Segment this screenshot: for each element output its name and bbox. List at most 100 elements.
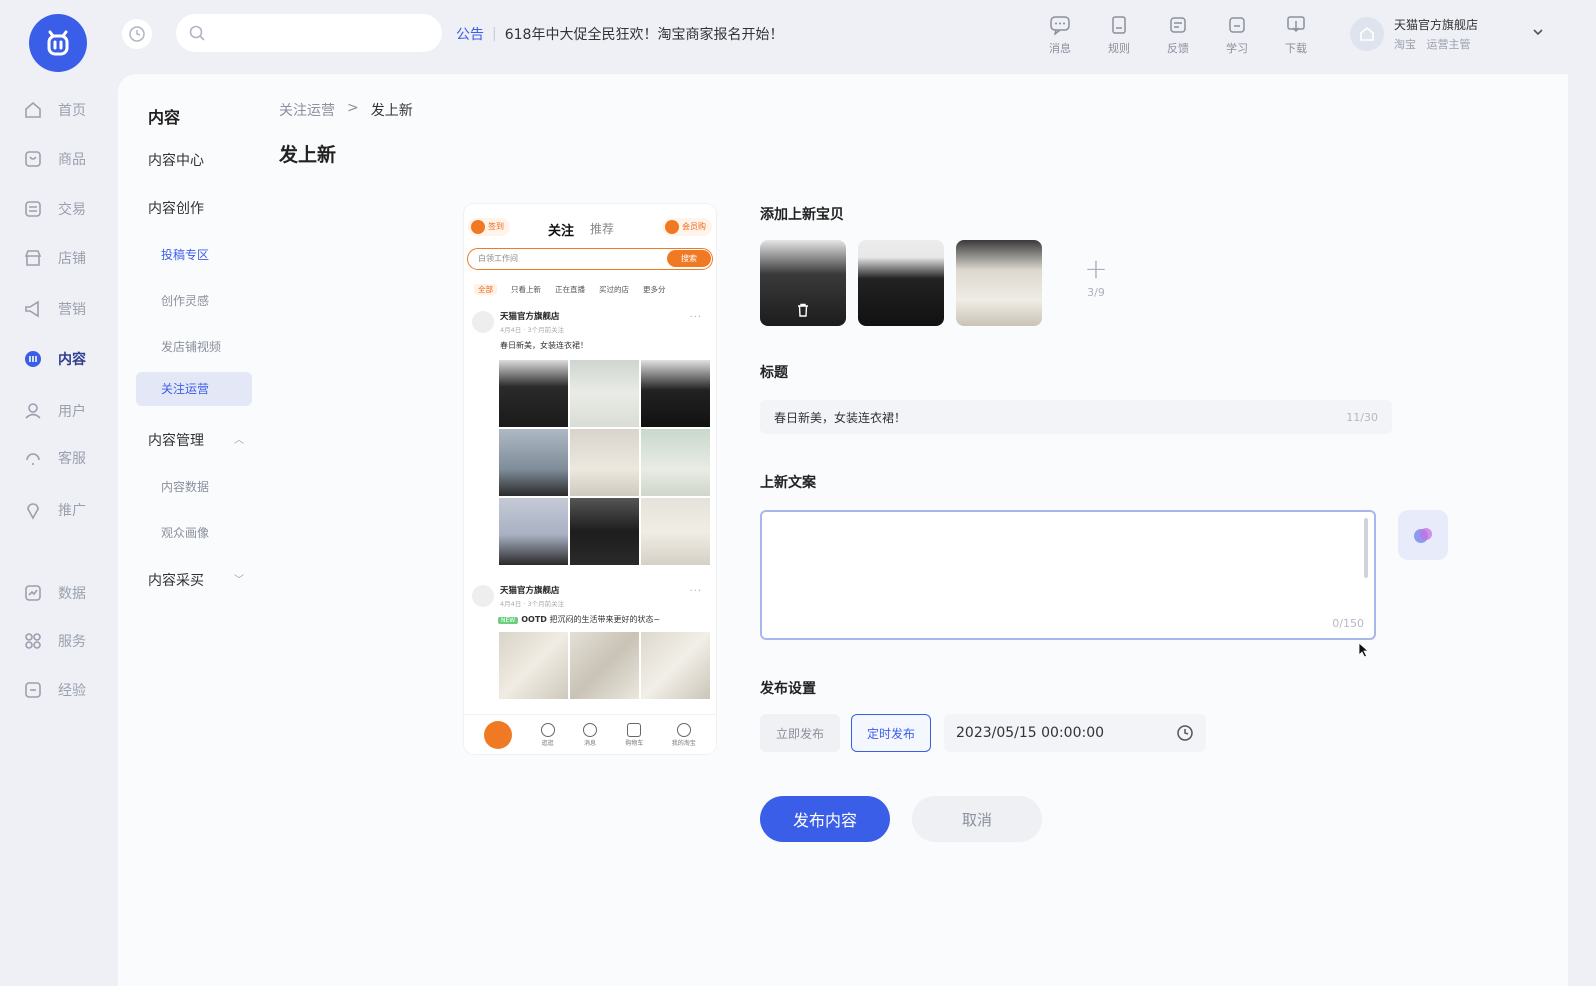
publish-scheduled-button[interactable]: 定时发布 <box>851 714 931 752</box>
copy-field[interactable]: 0/150 <box>760 510 1376 640</box>
copy-textarea[interactable] <box>762 512 1374 638</box>
announcement[interactable]: 公告 | 618年中大促全民狂欢！淘宝商家报名开始！ <box>456 24 783 44</box>
publish-content-button[interactable]: 发布内容 <box>760 796 890 842</box>
product-image <box>570 429 639 496</box>
subnav-item-inspiration[interactable]: 创作灵感 <box>161 292 209 309</box>
preview-image-grid <box>499 360 710 565</box>
top-tool-learn[interactable]: 学习 <box>1217 14 1257 56</box>
top-tool-feedback[interactable]: 反馈 <box>1158 14 1198 56</box>
global-search[interactable] <box>176 14 442 52</box>
rail-item-shop[interactable]: 店铺 <box>22 245 112 271</box>
chevron-down-icon: ﹀ <box>234 575 244 586</box>
new-badge: NEW <box>498 617 519 624</box>
preview-avatar <box>472 585 494 607</box>
announcement-text[interactable]: 618年中大促全民狂欢！淘宝商家报名开始！ <box>505 24 784 44</box>
subnav-item-purchase[interactable]: 内容采买 ﹀ <box>148 570 244 590</box>
history-button[interactable] <box>122 19 152 49</box>
top-tool-label: 消息 <box>1049 42 1071 55</box>
megaphone-icon <box>22 298 44 320</box>
subnav-item-content-data[interactable]: 内容数据 <box>161 478 209 495</box>
page-title: 发上新 <box>279 144 337 166</box>
rail-item-label: 首页 <box>58 103 86 119</box>
feedback-icon <box>1158 14 1198 36</box>
breadcrumb-parent[interactable]: 关注运营 <box>279 100 335 120</box>
rail-item-home[interactable]: 首页 <box>22 97 112 123</box>
rail-item-content[interactable]: 内容 <box>22 346 112 372</box>
preview-search-text: 白领工作间 <box>478 254 518 263</box>
preview-category: 只看上新 <box>511 285 541 294</box>
preview-tab: 消息 <box>582 722 597 747</box>
search-icon <box>189 25 205 41</box>
search-input[interactable] <box>214 25 434 41</box>
add-goods-button[interactable]: + 3/9 <box>1076 254 1116 300</box>
rail-item-goods[interactable]: 商品 <box>22 146 112 172</box>
preview-tab-follow: 关注 <box>548 224 575 239</box>
preview-tab: 购物车 <box>625 722 643 747</box>
top-tool-download[interactable]: 下载 <box>1276 14 1316 56</box>
home-icon <box>22 99 44 121</box>
preview-category: 全部 <box>474 284 497 295</box>
datetime-input[interactable] <box>956 725 1176 741</box>
preview-image-grid <box>499 632 710 699</box>
store-name: 天猫官方旗舰店 <box>1394 18 1479 32</box>
rail-item-experience[interactable]: 经验 <box>22 677 112 703</box>
rail-item-label: 营销 <box>58 302 86 318</box>
cancel-button[interactable]: 取消 <box>912 796 1042 842</box>
ai-assist-button[interactable] <box>1398 510 1448 560</box>
product-image <box>570 498 639 565</box>
preview-header: 签到 关注 推荐 会员购 <box>464 218 716 240</box>
top-tool-rules[interactable]: 规则 <box>1099 14 1139 56</box>
subnav-item-label: 内容管理 <box>148 433 204 449</box>
title-label: 标题 <box>760 365 788 381</box>
rail-item-label: 经验 <box>58 683 86 699</box>
subnav-item-management[interactable]: 内容管理 ︿ <box>148 430 244 450</box>
store-switcher[interactable]: 天猫官方旗舰店 淘宝 运营主管 <box>1350 14 1550 54</box>
scrollbar[interactable] <box>1364 518 1368 578</box>
preview-avatar <box>472 311 494 333</box>
product-image <box>641 360 710 427</box>
app-logo[interactable] <box>29 14 87 72</box>
top-tool-label: 反馈 <box>1167 42 1189 55</box>
preview-category: 买过的店 <box>599 285 629 294</box>
clock-icon[interactable] <box>1176 724 1194 742</box>
subnav-item-shop-video[interactable]: 发店铺视频 <box>161 338 221 355</box>
schedule-datetime-field[interactable] <box>944 714 1206 752</box>
goods-thumbnail[interactable] <box>760 240 846 326</box>
copy-char-count: 0/150 <box>1332 617 1364 630</box>
rail-item-marketing[interactable]: 营销 <box>22 296 112 322</box>
preview-search-button: 搜索 <box>667 250 711 267</box>
subnav-item-content-center[interactable]: 内容中心 <box>148 150 204 170</box>
rail-item-apps[interactable]: 服务 <box>22 628 112 654</box>
rail-item-service[interactable]: 客服 <box>22 445 112 471</box>
rail-item-trade[interactable]: 交易 <box>22 196 112 222</box>
rail-item-promote[interactable]: 推广 <box>22 497 112 523</box>
trash-icon[interactable] <box>795 302 811 318</box>
top-tool-message[interactable]: 消息 <box>1040 14 1080 56</box>
store-avatar <box>1350 17 1384 51</box>
publish-now-button[interactable]: 立即发布 <box>760 714 840 752</box>
taobao-home-icon <box>484 720 513 749</box>
goods-thumbnail[interactable] <box>956 240 1042 326</box>
experience-icon <box>22 679 44 701</box>
announcement-tag: 公告 <box>456 27 484 43</box>
preview-tab: 逛逛 <box>540 722 555 747</box>
title-field[interactable]: 11/30 <box>760 400 1392 434</box>
product-image <box>499 498 568 565</box>
rail-item-user[interactable]: 用户 <box>22 398 112 424</box>
subnav-item-follow-ops[interactable]: 关注运营 <box>136 372 252 406</box>
rail-item-label: 内容 <box>58 352 86 368</box>
preview-shop-name: 天猫官方旗舰店 <box>500 312 560 322</box>
rail-item-label: 店铺 <box>58 251 86 267</box>
title-input[interactable] <box>774 410 1347 424</box>
rail-item-data[interactable]: 数据 <box>22 580 112 606</box>
preview-post-text: 春日新美，女装连衣裙！ <box>500 341 588 350</box>
goods-icon <box>22 148 44 170</box>
shop-icon <box>1360 26 1374 41</box>
logo-icon <box>47 30 69 56</box>
subnav-item-creation[interactable]: 内容创作 <box>148 198 204 218</box>
preview-post: 天猫官方旗舰店 4月4日 · 3个月前关注 ··· NEW OOTD 把沉闷的生活… <box>472 584 712 625</box>
subnav-item-audience[interactable]: 观众画像 <box>161 524 209 541</box>
preview-categories: 全部 只看上新 正在直播 买过的店 更多分 <box>474 284 666 295</box>
goods-thumbnail[interactable] <box>858 240 944 326</box>
subnav-item-submission[interactable]: 投稿专区 <box>161 246 209 263</box>
